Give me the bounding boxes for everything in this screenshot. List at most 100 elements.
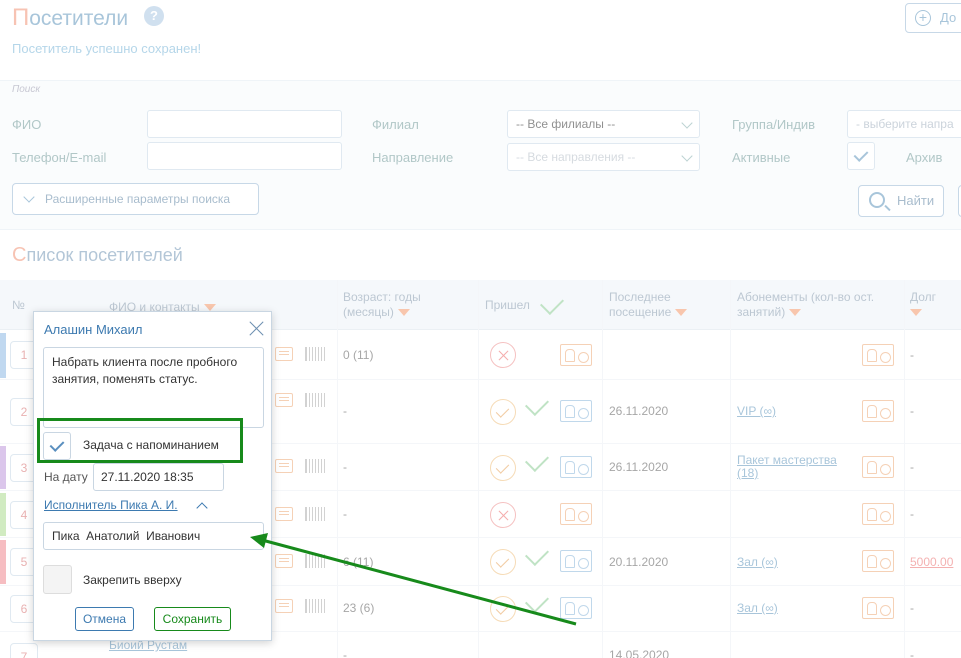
row-color-strip: [0, 333, 6, 378]
list-title: Список посетителей: [12, 244, 183, 266]
absent-icon[interactable]: [490, 502, 516, 528]
executor-input[interactable]: Пика Анатолий Иванович: [43, 522, 264, 550]
date-input[interactable]: 27.11.2020 18:35: [93, 463, 224, 491]
phone-label: Телефон/E-mail: [12, 150, 107, 165]
barcode-icon[interactable]: [305, 393, 325, 407]
task-text-area[interactable]: Набрать клиента после пробного занятия, …: [43, 347, 264, 428]
comment-icon[interactable]: [275, 393, 293, 407]
subscription-card-icon[interactable]: [560, 550, 592, 572]
chevron-down-icon: [23, 191, 35, 203]
search-icon: [869, 192, 885, 208]
last-visit-cell: 26.11.2020: [609, 404, 669, 418]
comment-icon[interactable]: [275, 347, 293, 361]
subscription-card-icon[interactable]: [560, 400, 592, 422]
subscription-card-icon[interactable]: [862, 503, 894, 525]
subscription-card-icon[interactable]: [862, 400, 894, 422]
chevron-up-icon[interactable]: [196, 502, 208, 514]
barcode-icon[interactable]: [305, 347, 325, 361]
row-color-strip: [0, 540, 6, 584]
debt-cell: -: [910, 601, 914, 615]
subscription-link[interactable]: Зал (∞): [737, 601, 778, 615]
col-subscriptions[interactable]: Абонементы (кол-во ост. занятий): [737, 290, 897, 320]
page-title: Посетители: [12, 4, 129, 31]
direction-label: Направление: [372, 150, 454, 165]
debt-cell: -: [910, 348, 914, 362]
check-icon: [853, 147, 869, 162]
came-icon[interactable]: [490, 596, 516, 622]
help-icon[interactable]: ?: [144, 6, 164, 26]
col-came: Пришел: [485, 298, 530, 312]
debt-cell: -: [910, 648, 914, 658]
chevron-down-icon: [681, 150, 693, 162]
subscription-card-icon[interactable]: [560, 456, 592, 478]
add-visitor-button[interactable]: + До: [905, 3, 961, 33]
subscription-card-icon[interactable]: [862, 550, 894, 572]
comment-icon[interactable]: [275, 554, 293, 568]
absent-icon[interactable]: [490, 342, 516, 368]
row-color-strip: [0, 446, 6, 489]
subscription-card-icon[interactable]: [862, 456, 894, 478]
barcode-icon[interactable]: [305, 507, 325, 521]
saved-message: Посетитель успешно сохранен!: [12, 41, 202, 56]
close-icon[interactable]: [247, 320, 265, 338]
subscription-card-icon[interactable]: [560, 597, 592, 619]
fio-label: ФИО: [12, 117, 42, 132]
came-icon[interactable]: [490, 455, 516, 481]
advanced-search-button[interactable]: Расширенные параметры поиска: [12, 183, 259, 215]
subscription-card-icon[interactable]: [862, 597, 894, 619]
sort-icon: [675, 309, 688, 317]
plus-icon: +: [915, 10, 931, 26]
subscription-link[interactable]: Зал (∞): [737, 555, 778, 569]
barcode-icon[interactable]: [305, 459, 325, 473]
age-cell: -: [343, 507, 347, 521]
sort-icon: [397, 309, 410, 317]
executor-toggle-link[interactable]: Исполнитель Пика А. И.: [44, 498, 178, 512]
subscription-card-icon[interactable]: [560, 503, 592, 525]
age-cell: 23 (6): [343, 601, 375, 615]
chevron-down-icon: [681, 117, 693, 129]
col-debt[interactable]: Долг: [910, 290, 950, 320]
last-visit-cell: 26.11.2020: [609, 460, 669, 474]
debt-link[interactable]: 5000.00: [910, 555, 953, 569]
cancel-button[interactable]: Отмена: [75, 607, 134, 631]
row-color-strip: [0, 493, 6, 536]
came-icon[interactable]: [490, 399, 516, 425]
fio-input[interactable]: [147, 110, 342, 138]
active-label: Активные: [732, 150, 791, 165]
save-button[interactable]: Сохранить: [154, 607, 231, 631]
last-visit-cell: 14.05.2020: [609, 648, 670, 658]
came-icon[interactable]: [490, 549, 516, 575]
age-cell: -: [343, 460, 347, 474]
subscription-link[interactable]: VIP (∞): [737, 404, 776, 418]
col-last-visit[interactable]: Последнее посещение: [609, 290, 709, 320]
age-cell: 0 (11): [343, 348, 374, 362]
debt-cell: -: [910, 460, 914, 474]
phone-input[interactable]: [147, 142, 342, 170]
search-caption: Поиск: [12, 84, 41, 95]
col-age[interactable]: Возраст: годы (месяцы): [343, 290, 453, 320]
sort-icon: [789, 309, 802, 317]
comment-icon[interactable]: [275, 459, 293, 473]
col-num: №: [12, 298, 25, 312]
row-number[interactable]: 7: [10, 643, 38, 658]
comment-icon[interactable]: [275, 599, 293, 613]
last-visit-cell: 20.11.2020: [609, 555, 669, 569]
active-checkbox[interactable]: [847, 142, 875, 170]
branch-label: Филиал: [372, 117, 419, 132]
comment-icon[interactable]: [275, 507, 293, 521]
find-button[interactable]: Найти: [858, 185, 944, 217]
subscription-card-icon[interactable]: [862, 344, 894, 366]
annotation-highlight-box: [37, 418, 243, 463]
group-select[interactable]: - выберите напра: [847, 110, 961, 138]
barcode-icon[interactable]: [305, 554, 325, 568]
subscription-link[interactable]: Пакет мастерства (18): [737, 454, 857, 480]
archive-label: Архив: [906, 150, 943, 165]
age-cell: 6 (11): [343, 555, 374, 569]
pin-top-checkbox[interactable]: [43, 565, 72, 594]
branch-select[interactable]: -- Все филиалы --: [507, 110, 700, 138]
group-label: Группа/Индив: [732, 117, 816, 132]
subscription-card-icon[interactable]: [560, 344, 592, 366]
barcode-icon[interactable]: [305, 599, 325, 613]
sort-icon: [910, 309, 922, 317]
direction-select[interactable]: -- Все направления --: [507, 143, 700, 171]
